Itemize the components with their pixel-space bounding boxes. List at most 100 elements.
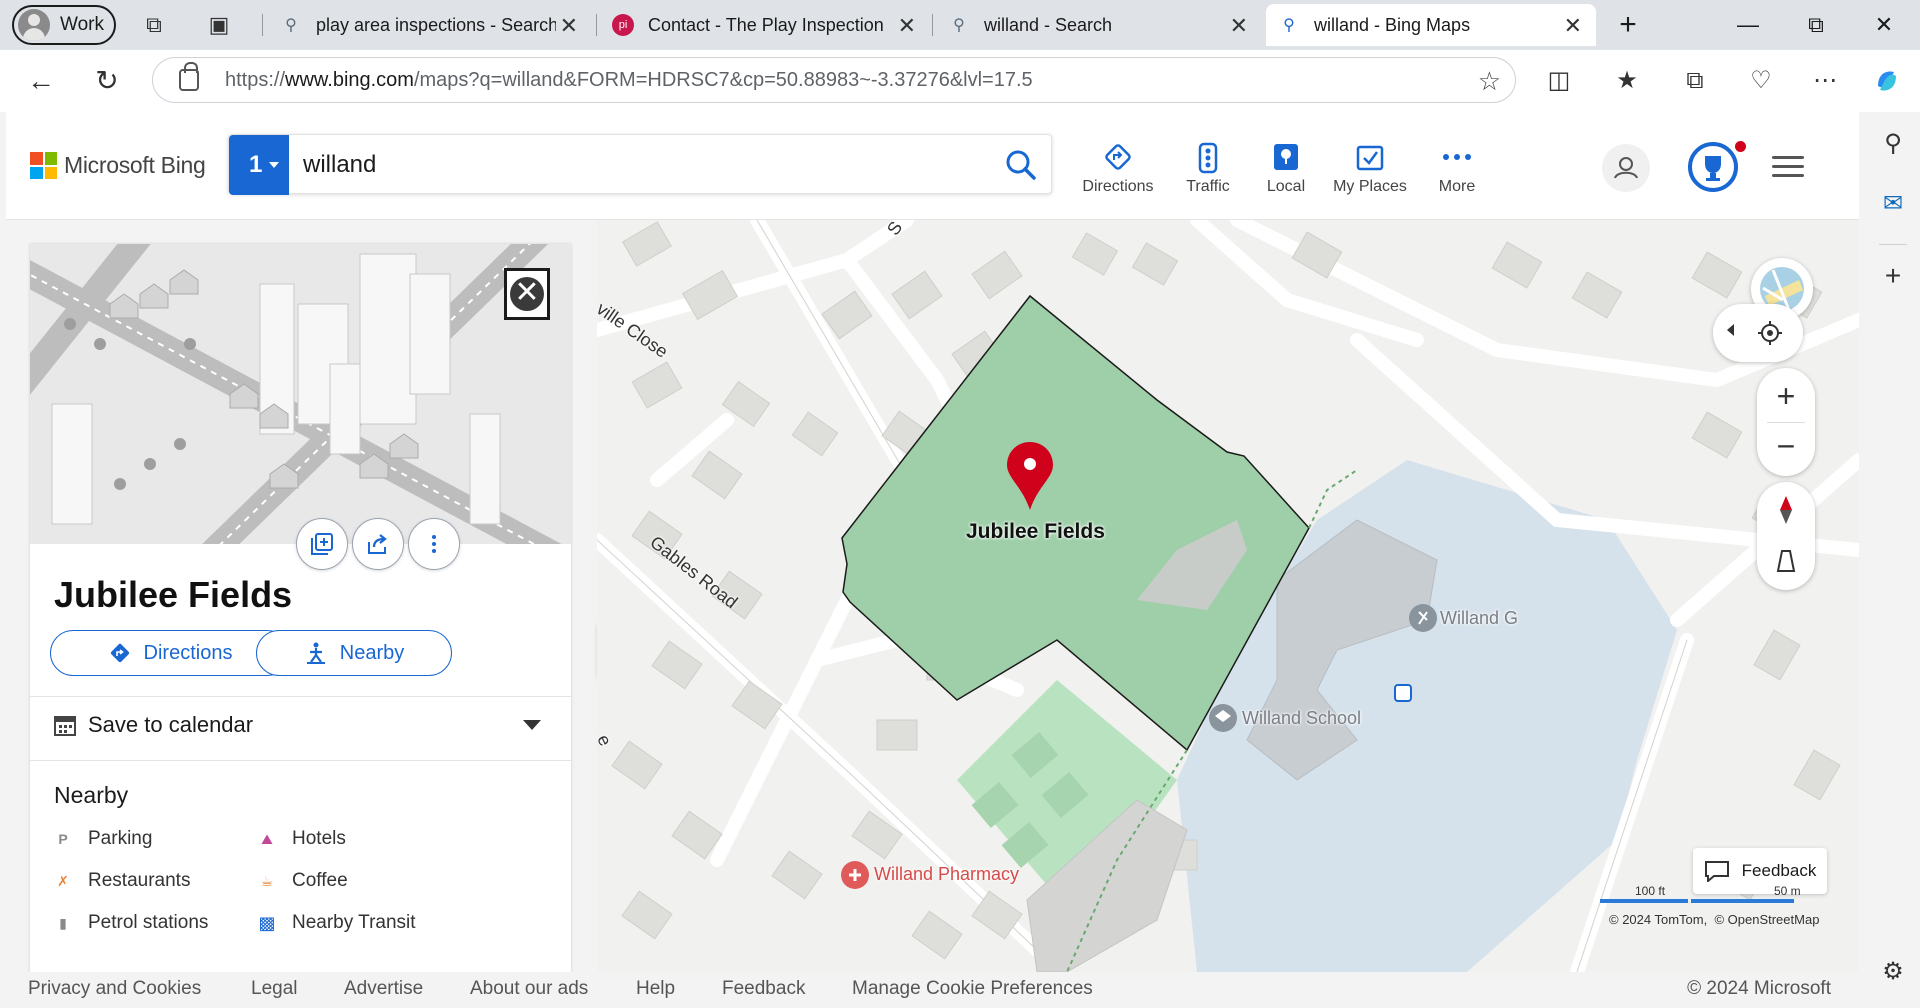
nearby-button[interactable]: Nearby	[256, 630, 452, 676]
outlook-icon[interactable]: ✉	[1879, 190, 1907, 218]
expand-controls-icon[interactable]	[1727, 324, 1734, 336]
favorites-icon[interactable]: ★	[1612, 66, 1642, 96]
search-input[interactable]	[303, 149, 943, 181]
nav-more[interactable]: More	[1426, 142, 1488, 196]
tab-contact-play-inspection[interactable]: pi Contact - The Play Inspection C ✕	[600, 4, 930, 46]
save-place-button[interactable]	[296, 518, 348, 570]
tab-separator	[596, 14, 597, 36]
close-card-button[interactable]: ✕	[504, 268, 550, 320]
tab-willand-search[interactable]: ⚲ willand - Search ✕	[936, 4, 1262, 46]
close-tab-icon[interactable]: ✕	[1564, 13, 1582, 39]
chevron-down-icon[interactable]	[523, 720, 541, 730]
search-count-dropdown[interactable]: 1	[229, 135, 289, 195]
nearby-item-coffee[interactable]: ☕ Coffee	[256, 870, 348, 892]
footer-link-feedback[interactable]: Feedback	[722, 978, 805, 1000]
close-tab-icon[interactable]: ✕	[898, 13, 916, 39]
map-label-willand-school[interactable]: Willand School	[1242, 708, 1361, 729]
refresh-button[interactable]: ↻	[90, 64, 124, 98]
parking-icon: P	[58, 831, 68, 847]
nearby-item-petrol[interactable]: ▮ Petrol stations	[52, 912, 208, 934]
nearby-heading: Nearby	[54, 782, 129, 808]
account-avatar[interactable]	[1602, 144, 1650, 192]
profile-label: Work	[60, 14, 104, 35]
sidebar-search-icon[interactable]: ⚲	[1879, 130, 1907, 158]
nearby-item-hotels[interactable]: ⛰ Hotels	[256, 828, 346, 850]
bing-header: Microsoft Bing 1 Directions Traffic Loca…	[6, 112, 1859, 220]
transit-icon: ▩	[258, 912, 276, 933]
workspaces-icon[interactable]: ⧉	[141, 12, 167, 38]
settings-more-icon[interactable]: ⋯	[1810, 66, 1840, 96]
profile-button[interactable]: Work	[12, 5, 116, 45]
map-feedback-button[interactable]: Feedback	[1693, 848, 1827, 894]
close-tab-icon[interactable]: ✕	[1230, 13, 1248, 39]
new-tab-button[interactable]: +	[1608, 8, 1648, 42]
results-pane: ✕ Jubilee Fields Directions Nearby Save …	[6, 220, 597, 1008]
scale-meters-label: 50 m	[1774, 884, 1801, 898]
nav-traffic[interactable]: Traffic	[1168, 142, 1248, 196]
map-label-jubilee-fields[interactable]: Jubilee Fields	[966, 520, 1105, 544]
map-label-willand-pharmacy[interactable]: Willand Pharmacy	[874, 864, 1019, 885]
close-window-button[interactable]: ✕	[1864, 8, 1904, 42]
map-label-willand-g[interactable]: Willand G	[1440, 608, 1518, 629]
footer-link-help[interactable]: Help	[636, 978, 675, 1000]
sidebar-divider	[1879, 244, 1907, 245]
close-icon: ✕	[510, 277, 544, 311]
minimize-button[interactable]: —	[1728, 8, 1768, 42]
lock-icon[interactable]	[179, 62, 199, 91]
my-places-icon	[1356, 145, 1384, 171]
share-button[interactable]	[352, 518, 404, 570]
nearby-item-parking[interactable]: P Parking	[52, 828, 152, 850]
pi-favicon-icon: pi	[612, 14, 634, 36]
share-icon	[368, 534, 387, 554]
directions-icon	[110, 643, 129, 663]
person-walking-icon	[306, 642, 325, 664]
footer-link-about-ads[interactable]: About our ads	[470, 978, 588, 1000]
more-options-button[interactable]	[408, 518, 460, 570]
restore-button[interactable]: ⧉	[1796, 8, 1836, 42]
save-to-calendar-row[interactable]: Save to calendar	[54, 708, 547, 742]
vertical-dots-icon	[432, 535, 436, 553]
tab-play-area-inspections[interactable]: ⚲ play area inspections - Search ✕	[268, 4, 592, 46]
calendar-icon	[54, 716, 76, 736]
tilt-icon[interactable]	[1774, 548, 1798, 574]
bing-brand[interactable]: Microsoft Bing	[64, 152, 206, 179]
compass-icon[interactable]	[1776, 494, 1796, 526]
nav-my-places[interactable]: My Places	[1324, 142, 1416, 196]
divider	[30, 696, 571, 697]
footer-link-legal[interactable]: Legal	[251, 978, 298, 1000]
rewards-button[interactable]	[1688, 142, 1738, 192]
nearby-item-restaurants[interactable]: ✗ Restaurants	[52, 870, 190, 892]
url-field[interactable]: https://www.bing.com/maps?q=willand&FORM…	[152, 57, 1516, 103]
search-icon: ⚲	[285, 17, 297, 34]
search-box: 1	[228, 134, 1052, 195]
microsoft-logo-icon[interactable]	[30, 152, 57, 179]
person-icon	[1614, 157, 1638, 179]
back-button[interactable]: ←	[24, 64, 58, 98]
locate-me-icon[interactable]	[1757, 320, 1783, 346]
map-canvas[interactable]: ville Close Gables Road S e Jubilee Fiel…	[597, 220, 1859, 972]
favorite-star-icon[interactable]: ☆	[1478, 66, 1501, 97]
collections-icon[interactable]: ⧉	[1680, 66, 1710, 96]
directions-icon	[1105, 144, 1131, 170]
copilot-icon[interactable]	[1872, 66, 1902, 96]
split-screen-icon[interactable]: ◫	[1544, 66, 1574, 96]
zoom-out-button[interactable]: −	[1757, 426, 1815, 470]
scale-bar-meters	[1691, 899, 1794, 903]
add-sidebar-app-icon[interactable]: +	[1879, 262, 1907, 290]
nearby-item-transit[interactable]: ▩ Nearby Transit	[256, 912, 415, 934]
local-icon	[1274, 144, 1298, 170]
nav-directions[interactable]: Directions	[1074, 142, 1162, 196]
tab-actions-icon[interactable]: ▣	[206, 12, 232, 38]
sidebar-settings-icon[interactable]: ⚙	[1879, 958, 1907, 986]
browser-essentials-icon[interactable]: ♡	[1746, 66, 1776, 96]
footer-link-advertise[interactable]: Advertise	[344, 978, 423, 1000]
nav-local[interactable]: Local	[1254, 142, 1318, 196]
tab-willand-bing-maps[interactable]: ⚲ willand - Bing Maps ✕	[1266, 4, 1596, 46]
directions-button[interactable]: Directions	[50, 630, 290, 676]
footer-link-privacy[interactable]: Privacy and Cookies	[28, 978, 201, 1000]
zoom-in-button[interactable]: +	[1757, 374, 1815, 418]
search-icon[interactable]	[1003, 147, 1039, 183]
menu-hamburger-icon[interactable]	[1772, 156, 1804, 178]
footer-link-cookie-preferences[interactable]: Manage Cookie Preferences	[852, 978, 1093, 1000]
close-tab-icon[interactable]: ✕	[560, 13, 578, 39]
